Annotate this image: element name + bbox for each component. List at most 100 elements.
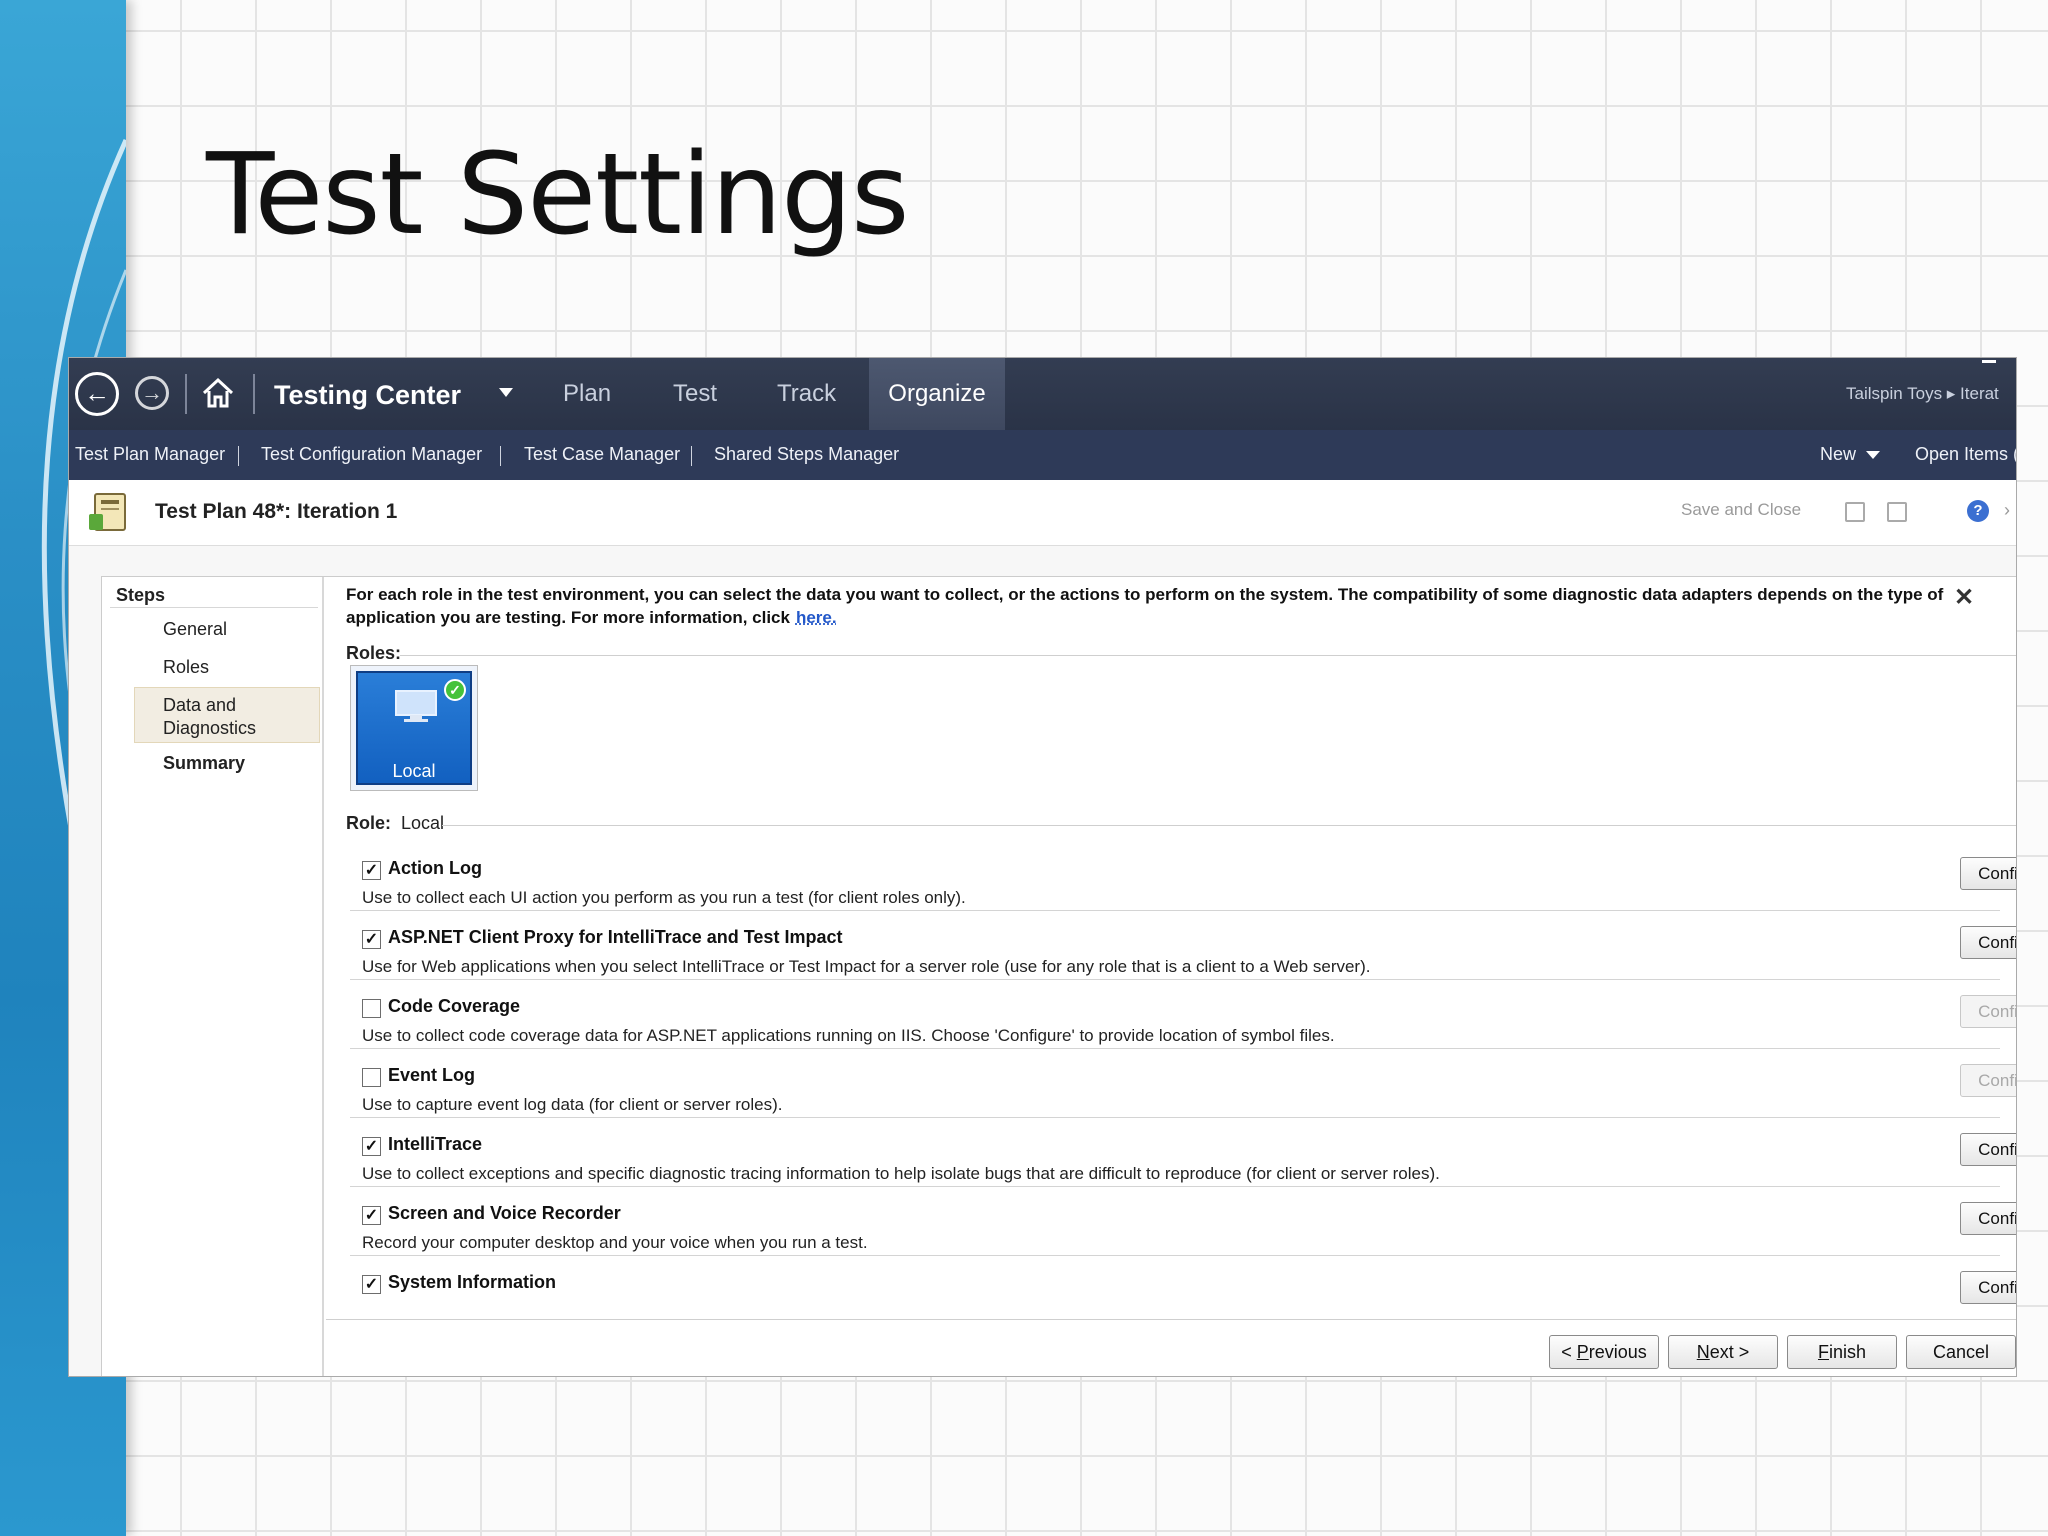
subnav-separator [500, 446, 501, 466]
next-label: ext > [1709, 1341, 1750, 1362]
tab-test[interactable]: Test [673, 380, 717, 408]
refresh-icon[interactable] [1887, 502, 1907, 522]
adapter-row: ✓ ASP.NET Client Proxy for IntelliTrace a… [350, 911, 2016, 980]
previous-label: revious [1588, 1341, 1647, 1362]
save-and-close-button[interactable]: Save and Close [1681, 500, 1801, 520]
configure-button[interactable]: Configure [1960, 995, 2016, 1028]
nav-separator [185, 374, 187, 414]
subnav-separator [238, 446, 239, 466]
adapter-name: Event Log [388, 1065, 476, 1085]
chevron-down-icon [1866, 451, 1881, 460]
tab-track[interactable]: Track [777, 380, 836, 408]
forward-arrow-icon[interactable]: → [135, 376, 169, 410]
adapter-checkbox[interactable]: ✓ [362, 861, 381, 880]
adapter-name: System Information [388, 1272, 557, 1292]
adapter-name: ASP.NET Client Proxy for IntelliTrace an… [388, 927, 843, 947]
configure-button[interactable]: Configure [1960, 1271, 2016, 1304]
top-navigation-bar: ← → Testing Center Plan Test Track Organ… [69, 358, 2016, 434]
adapter-name: Screen and Voice Recorder [388, 1203, 621, 1223]
app-title[interactable]: Testing Center [274, 380, 461, 411]
adapter-checkbox[interactable]: ✓ [362, 1206, 381, 1225]
role-prefix: Role: [346, 813, 391, 833]
configure-button[interactable]: Configure [1960, 1064, 2016, 1097]
home-icon[interactable] [199, 374, 237, 412]
minimize-icon[interactable] [1982, 360, 1996, 363]
role-tile-local[interactable]: ✓ Local [350, 665, 478, 791]
wizard-steps-panel: Steps General Roles Data and Diagnostics… [102, 577, 324, 1376]
adapter-row: ✓ Screen and Voice Recorder Record your co… [350, 1187, 2016, 1256]
next-button[interactable]: Next > [1668, 1335, 1778, 1369]
role-tile-body: ✓ Local [356, 671, 472, 785]
adapter-checkbox[interactable] [362, 1068, 381, 1087]
more-info-link[interactable]: here. [796, 608, 837, 627]
footer-divider [326, 1319, 2016, 1320]
step-summary[interactable]: Summary [163, 753, 245, 774]
steps-divider [110, 607, 318, 608]
adapter-checkbox[interactable]: ✓ [362, 930, 381, 949]
save-icon[interactable] [1845, 502, 1865, 522]
nav-separator [253, 374, 255, 414]
cancel-button[interactable]: Cancel [1906, 1335, 2016, 1369]
adapter-description: Use to collect code coverage data for AS… [362, 1026, 1335, 1045]
configure-button[interactable]: Configure [1960, 926, 2016, 959]
role-divider [442, 825, 2016, 826]
check-icon: ✓ [444, 679, 466, 701]
close-icon[interactable]: ✕ [1954, 583, 1974, 612]
role-tile-label: Local [392, 761, 436, 781]
roles-divider [400, 655, 2016, 656]
subnav-test-configuration-manager[interactable]: Test Configuration Manager [261, 444, 482, 465]
adapter-row: ✓ Action Log Use to collect each UI action… [350, 842, 2016, 911]
adapter-description: Use to capture event log data (for clien… [362, 1095, 783, 1114]
configure-button[interactable]: Configure [1960, 1202, 2016, 1235]
finish-button[interactable]: Finish [1787, 1335, 1897, 1369]
back-arrow-icon[interactable]: ← [75, 372, 119, 416]
test-plan-header: Test Plan 48*: Iteration 1 Save and Clos… [69, 480, 2016, 546]
open-items-menu[interactable]: Open Items ( [1915, 444, 2016, 465]
adapter-row: Code Coverage Use to collect code coverag… [350, 980, 2016, 1049]
step-general[interactable]: General [163, 619, 227, 640]
plan-title: Test Plan 48*: Iteration 1 [155, 500, 398, 523]
panel-chevron-icon[interactable]: › [2004, 500, 2010, 521]
adapter-checkbox[interactable]: ✓ [362, 1137, 381, 1156]
adapter-row: Event Log Use to capture event log data (… [350, 1049, 2016, 1118]
configure-button[interactable]: Configure [1960, 1133, 2016, 1166]
step-data-and-diagnostics[interactable]: Data and Diagnostics [134, 687, 320, 743]
subnav-separator [691, 446, 692, 466]
adapter-name: IntelliTrace [388, 1134, 483, 1154]
new-menu-label: New [1820, 444, 1857, 464]
tab-organize[interactable]: Organize [869, 358, 1005, 434]
step-roles[interactable]: Roles [163, 657, 209, 678]
previous-button[interactable]: < Previous [1549, 1335, 1659, 1369]
subnav-test-plan-manager[interactable]: Test Plan Manager [75, 444, 225, 465]
roles-label: Roles: [346, 643, 402, 663]
previous-accesskey: P [1576, 1341, 1589, 1362]
data-and-diagnostics-page: For each role in the test environment, y… [326, 577, 2016, 1376]
next-accesskey: N [1696, 1341, 1710, 1362]
finish-label: inish [1828, 1341, 1867, 1362]
testing-center-window: ← → Testing Center Plan Test Track Organ… [69, 358, 2016, 1376]
configure-button[interactable]: Configure [1960, 857, 2016, 890]
step-data-and-diagnostics-label: Data and Diagnostics [163, 695, 257, 738]
subnav-test-case-manager[interactable]: Test Case Manager [524, 444, 680, 465]
role-value: Local [401, 813, 445, 833]
subnav-shared-steps-manager[interactable]: Shared Steps Manager [714, 444, 899, 465]
adapter-description: Use to collect each UI action you perfor… [362, 888, 966, 907]
new-menu[interactable]: New [1820, 444, 1881, 465]
finish-accesskey: F [1817, 1341, 1829, 1362]
help-icon[interactable]: ? [1967, 500, 1989, 522]
steps-header: Steps [116, 585, 166, 605]
previous-prefix: < [1561, 1341, 1577, 1362]
diagnostic-adapters-list: ✓ Action Log Use to collect each UI action… [350, 842, 2016, 1318]
adapter-row: ✓ IntelliTrace Use to collect exceptions a… [350, 1118, 2016, 1187]
description-text: For each role in the test environment, y… [346, 585, 1944, 627]
adapter-checkbox[interactable]: ✓ [362, 1275, 381, 1294]
selected-role-label: Role: Local [346, 813, 444, 834]
cancel-label: Cancel [1932, 1341, 1990, 1362]
chevron-down-icon[interactable] [499, 388, 513, 397]
adapter-name: Code Coverage [388, 996, 521, 1016]
tab-plan[interactable]: Plan [563, 380, 611, 408]
computer-icon [394, 689, 438, 723]
breadcrumb[interactable]: Tailspin Toys ▸ Iterat [1846, 384, 2016, 404]
page-description: For each role in the test environment, y… [346, 583, 1966, 629]
adapter-checkbox[interactable] [362, 999, 381, 1018]
